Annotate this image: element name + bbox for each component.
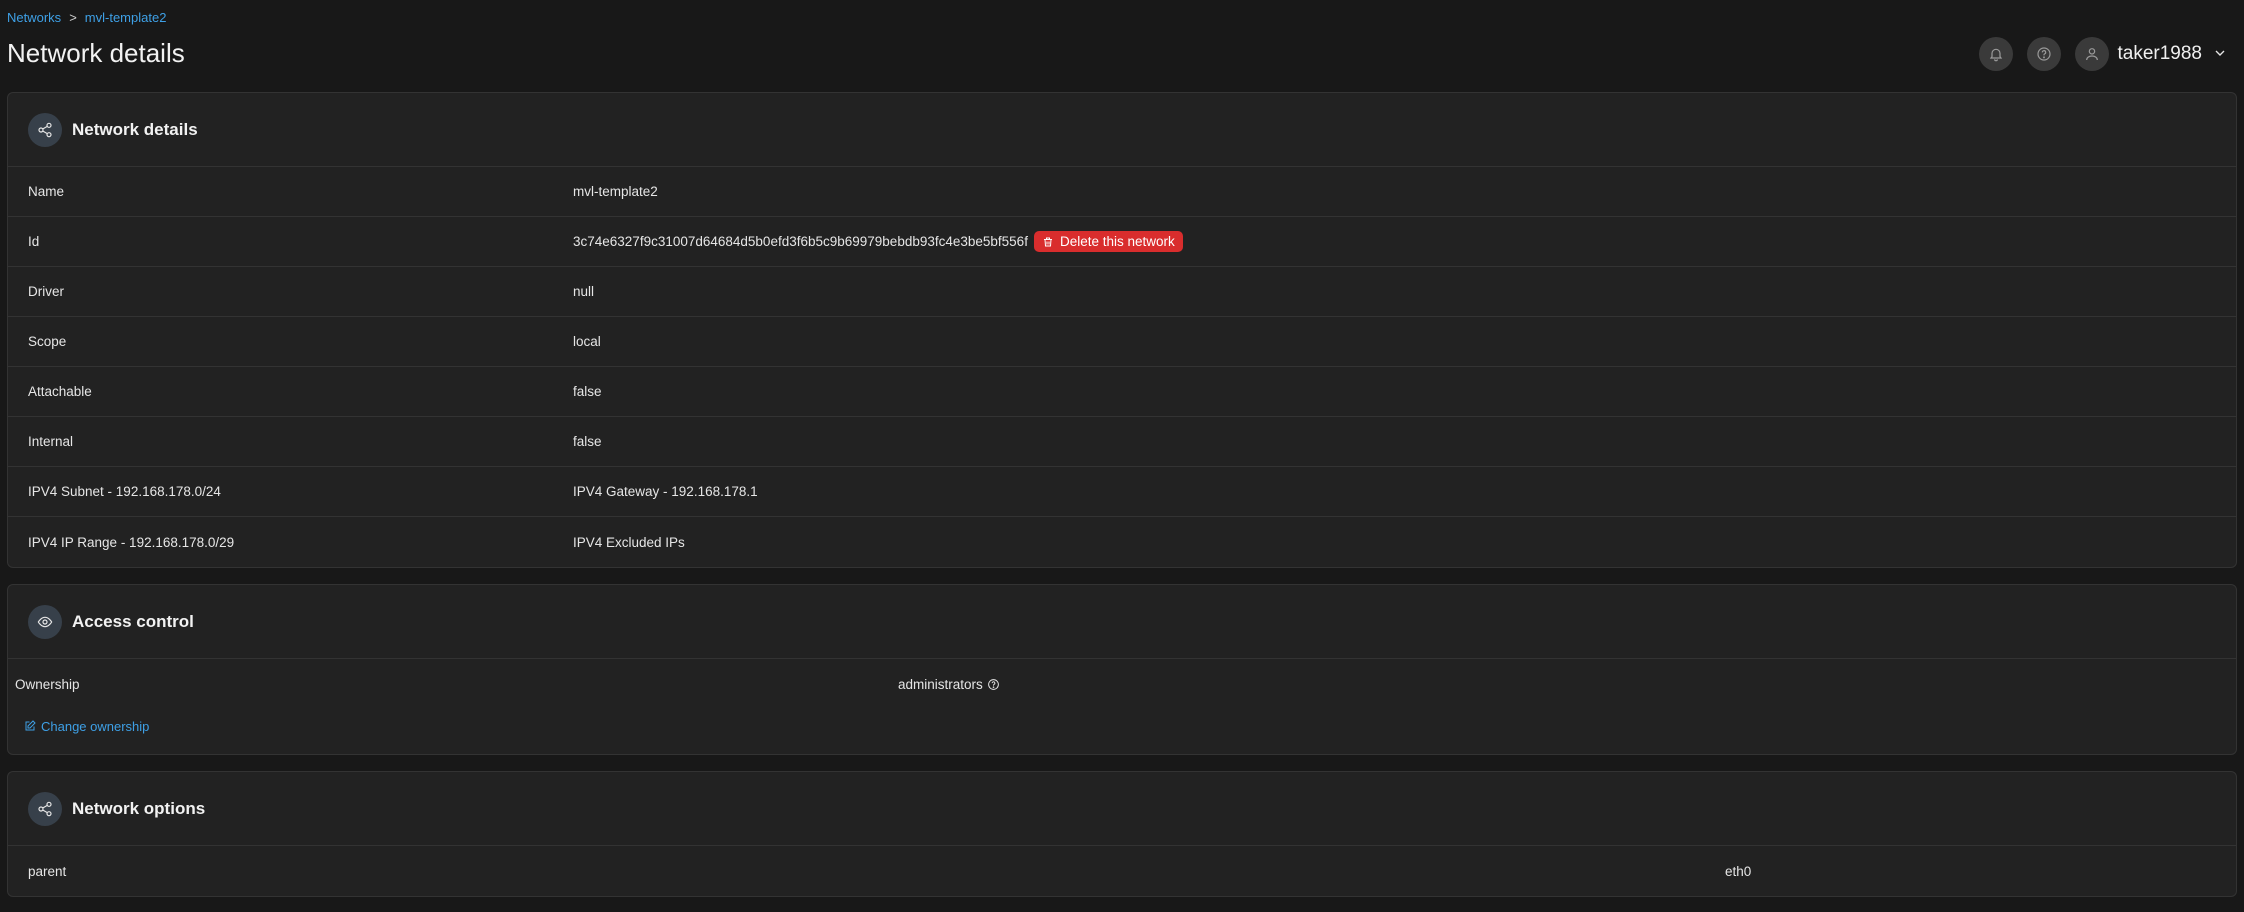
detail-value: IPV4 Excluded IPs — [573, 534, 685, 550]
detail-key: Scope — [28, 334, 67, 349]
panel-header: Network options — [8, 772, 2236, 846]
breadcrumb-current-link[interactable]: mvl-template2 — [85, 10, 167, 25]
avatar — [2075, 37, 2110, 71]
detail-key: Driver — [28, 284, 64, 299]
detail-value: false — [573, 434, 602, 449]
panel-icon — [28, 112, 62, 147]
network-details-panel: Network details Name mvl-template2 Id 3c… — [7, 92, 2237, 568]
network-id: 3c74e6327f9c31007d64684d5b0efd3f6b5c9b69… — [573, 234, 1028, 249]
panel-title: Access control — [72, 611, 194, 631]
header-controls: taker1988 — [1979, 37, 2228, 71]
detail-value: mvl-template2 — [573, 184, 658, 199]
delete-network-button[interactable]: Delete this network — [1033, 231, 1183, 252]
user-name: taker1988 — [2117, 43, 2202, 64]
chevron-down-icon — [2215, 50, 2225, 56]
help-icon[interactable] — [987, 678, 1000, 691]
option-value: eth0 — [1725, 863, 1752, 879]
panel-header: Access control — [8, 585, 2236, 659]
detail-key: IPV4 IP Range - 192.168.178.0/29 — [28, 534, 235, 550]
option-row-parent: parent eth0 — [8, 846, 2236, 896]
detail-row-name: Name mvl-template2 — [8, 167, 2236, 217]
detail-row-driver: Driver null — [8, 267, 2236, 317]
notifications-button[interactable] — [1979, 37, 2014, 71]
ownership-label: Ownership — [15, 676, 80, 692]
detail-row-attachable: Attachable false — [8, 367, 2236, 417]
change-ownership-link[interactable]: Change ownership — [8, 709, 2236, 743]
detail-key: Internal — [28, 434, 74, 449]
detail-row-id: Id 3c74e6327f9c31007d64684d5b0efd3f6b5c9… — [8, 217, 2236, 267]
detail-value: null — [573, 284, 595, 299]
detail-key: Name — [28, 184, 65, 199]
detail-value: IPV4 Gateway - 192.168.178.1 — [573, 484, 758, 499]
detail-key: Id — [28, 234, 40, 249]
delete-network-label: Delete this network — [1059, 234, 1175, 249]
ownership-value-wrap: administrators — [898, 677, 1000, 692]
user-menu[interactable]: taker1988 — [2075, 37, 2228, 71]
user-menu-toggle[interactable] — [2212, 45, 2228, 64]
panel-header: Network details — [8, 93, 2236, 167]
page-title: Network details — [7, 38, 185, 68]
trash-icon — [1043, 237, 1052, 246]
option-key: parent — [28, 863, 67, 879]
detail-row-subnet: IPV4 Subnet - 192.168.178.0/24 IPV4 Gate… — [8, 467, 2236, 517]
panel-title: Network options — [72, 798, 206, 818]
share-icon — [38, 801, 52, 816]
detail-row-internal: Internal false — [8, 417, 2236, 467]
detail-value: 3c74e6327f9c31007d64684d5b0efd3f6b5c9b69… — [573, 231, 1183, 252]
breadcrumb-separator: > — [69, 10, 77, 25]
edit-icon — [25, 720, 36, 731]
access-control-panel: Access control Ownership administrators … — [7, 584, 2237, 755]
detail-row-scope: Scope local — [8, 317, 2236, 367]
detail-row-ip-range: IPV4 IP Range - 192.168.178.0/29 IPV4 Ex… — [8, 517, 2236, 567]
breadcrumb-networks-link[interactable]: Networks — [7, 10, 61, 25]
detail-key: IPV4 Subnet - 192.168.178.0/24 — [28, 484, 221, 499]
help-icon — [2037, 47, 2052, 61]
panel-title: Network details — [72, 119, 198, 139]
panel-icon — [28, 604, 62, 639]
help-button[interactable] — [2027, 37, 2062, 71]
ownership-row: Ownership administrators — [8, 659, 2236, 709]
detail-key: Attachable — [28, 384, 92, 399]
share-icon — [38, 122, 52, 137]
breadcrumb: Networks > mvl-template2 — [7, 10, 166, 25]
change-ownership-label: Change ownership — [41, 718, 150, 734]
eye-icon — [37, 616, 53, 627]
bell-icon — [1990, 48, 2003, 62]
network-options-panel: Network options parent eth0 — [7, 771, 2237, 897]
detail-value: local — [573, 334, 601, 349]
user-icon — [2086, 48, 2099, 61]
panel-icon — [28, 791, 62, 826]
ownership-value: administrators — [898, 676, 983, 692]
detail-value: false — [573, 384, 602, 399]
